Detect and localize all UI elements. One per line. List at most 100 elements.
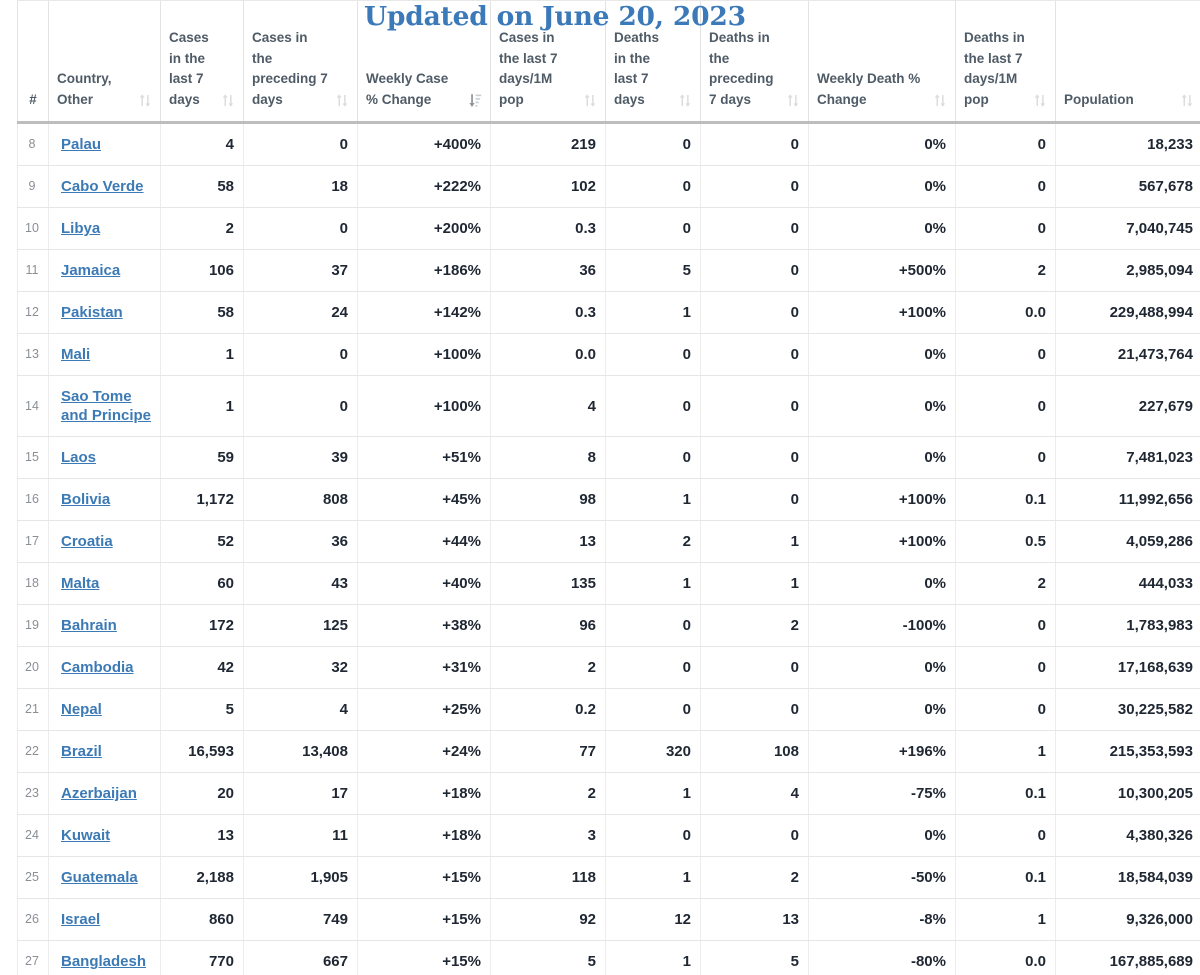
column-header-population[interactable]: Population (1055, 0, 1200, 124)
row-number: 13 (17, 333, 49, 376)
row-number: 8 (17, 122, 49, 166)
sort-both-icon[interactable] (933, 93, 947, 108)
country-cell: Brazil (48, 730, 161, 773)
country-link[interactable]: Bolivia (61, 491, 110, 508)
column-header-deaths7[interactable]: Deaths in the last 7 days (605, 0, 701, 124)
column-header-weekly_death_pct[interactable]: Weekly Death % Change (808, 0, 956, 124)
country-link[interactable]: Sao Tome and Principe (61, 388, 151, 424)
column-header-label: Weekly Case % Change (366, 71, 449, 107)
cell-deaths7: 0 (605, 436, 701, 479)
cell-cases7_1m: 98 (490, 478, 606, 521)
sort-both-icon[interactable] (786, 93, 800, 108)
country-link[interactable]: Guatemala (61, 869, 138, 886)
column-header-cases_prev7[interactable]: Cases in the preceding 7 days (243, 0, 358, 124)
cell-cases_prev7: 125 (243, 604, 358, 647)
cell-cases7: 60 (160, 562, 244, 605)
column-header-cases7[interactable]: Cases in the last 7 days (160, 0, 244, 124)
cell-deaths7_1m: 0.0 (955, 291, 1056, 334)
column-header-deaths_prev7[interactable]: Deaths in the preceding 7 days (700, 0, 809, 124)
cell-deaths7: 1 (605, 772, 701, 815)
country-link[interactable]: Jamaica (61, 262, 120, 279)
cell-population: 21,473,764 (1055, 333, 1200, 376)
cell-population: 7,481,023 (1055, 436, 1200, 479)
column-header-deaths7_1m[interactable]: Deaths in the last 7 days/1M pop (955, 0, 1056, 124)
country-cell: Malta (48, 562, 161, 605)
sort-both-icon[interactable] (583, 93, 597, 108)
table-row: 20 Cambodia 42 32 +31% 2 0 0 0% 0 17,168,639 (17, 646, 1200, 689)
cell-weekly_case_pct: +38% (357, 604, 491, 647)
cell-deaths7: 0 (605, 375, 701, 437)
cell-weekly_case_pct: +15% (357, 898, 491, 941)
cell-cases_prev7: 0 (243, 333, 358, 376)
column-header-country[interactable]: Country, Other (48, 0, 161, 124)
cell-deaths7: 0 (605, 333, 701, 376)
cell-deaths7: 1 (605, 940, 701, 975)
cell-deaths_prev7: 0 (700, 436, 809, 479)
country-link[interactable]: Israel (61, 911, 100, 928)
country-cell: Bolivia (48, 478, 161, 521)
cell-deaths7_1m: 0 (955, 333, 1056, 376)
country-link[interactable]: Brazil (61, 743, 102, 760)
cell-cases_prev7: 17 (243, 772, 358, 815)
sort-both-icon[interactable] (221, 93, 235, 108)
cell-deaths7_1m: 2 (955, 562, 1056, 605)
country-link[interactable]: Mali (61, 346, 90, 363)
cell-weekly_case_pct: +25% (357, 688, 491, 731)
page-root: Updated on June 20, 2023 # Country, Other… (0, 0, 1200, 975)
cell-weekly_death_pct: -8% (808, 898, 956, 941)
country-link[interactable]: Laos (61, 449, 96, 466)
country-link[interactable]: Croatia (61, 533, 113, 550)
cell-population: 4,059,286 (1055, 520, 1200, 563)
sort-both-icon[interactable] (678, 93, 692, 108)
country-link[interactable]: Pakistan (61, 304, 123, 321)
cell-weekly_death_pct: 0% (808, 333, 956, 376)
country-link[interactable]: Cabo Verde (61, 178, 144, 195)
sort-both-icon[interactable] (1033, 93, 1047, 108)
cell-cases7: 2 (160, 207, 244, 250)
cell-weekly_death_pct: 0% (808, 207, 956, 250)
country-link[interactable]: Bangladesh (61, 953, 146, 970)
cell-cases_prev7: 13,408 (243, 730, 358, 773)
cell-population: 2,985,094 (1055, 249, 1200, 292)
cell-population: 17,168,639 (1055, 646, 1200, 689)
country-link[interactable]: Cambodia (61, 659, 134, 676)
country-link[interactable]: Bahrain (61, 617, 117, 634)
cell-deaths7: 1 (605, 478, 701, 521)
country-link[interactable]: Libya (61, 220, 100, 237)
cell-weekly_case_pct: +400% (357, 122, 491, 166)
cell-weekly_death_pct: 0% (808, 165, 956, 208)
row-number: 12 (17, 291, 49, 334)
country-cell: Jamaica (48, 249, 161, 292)
cell-weekly_death_pct: +100% (808, 291, 956, 334)
cell-cases7: 1 (160, 333, 244, 376)
cell-deaths7_1m: 0 (955, 375, 1056, 437)
sort-both-icon[interactable] (138, 93, 152, 108)
country-link[interactable]: Malta (61, 575, 99, 592)
table-row: 11 Jamaica 106 37 +186% 36 5 0 +500% 2 2,985,094 (17, 249, 1200, 292)
table-row: 24 Kuwait 13 11 +18% 3 0 0 0% 0 4,380,326 (17, 814, 1200, 857)
sort-descending-icon[interactable] (468, 93, 482, 108)
cell-cases7_1m: 8 (490, 436, 606, 479)
cell-weekly_case_pct: +45% (357, 478, 491, 521)
country-cell: Libya (48, 207, 161, 250)
cell-population: 1,783,983 (1055, 604, 1200, 647)
column-header-weekly_case_pct[interactable]: Weekly Case % Change (357, 0, 491, 124)
country-link[interactable]: Azerbaijan (61, 785, 137, 802)
row-number: 25 (17, 856, 49, 899)
cell-cases7: 770 (160, 940, 244, 975)
cell-deaths7_1m: 0 (955, 207, 1056, 250)
row-number: 26 (17, 898, 49, 941)
cell-deaths_prev7: 13 (700, 898, 809, 941)
sort-both-icon[interactable] (335, 93, 349, 108)
cell-deaths_prev7: 0 (700, 375, 809, 437)
cell-weekly_case_pct: +24% (357, 730, 491, 773)
cell-cases7_1m: 2 (490, 646, 606, 689)
country-link[interactable]: Kuwait (61, 827, 110, 844)
country-cell: Azerbaijan (48, 772, 161, 815)
cell-cases_prev7: 0 (243, 375, 358, 437)
sort-both-icon[interactable] (1180, 93, 1194, 108)
country-link[interactable]: Nepal (61, 701, 102, 718)
country-cell: Bahrain (48, 604, 161, 647)
country-link[interactable]: Palau (61, 136, 101, 153)
column-header-cases7_1m[interactable]: Cases in the last 7 days/1M pop (490, 0, 606, 124)
